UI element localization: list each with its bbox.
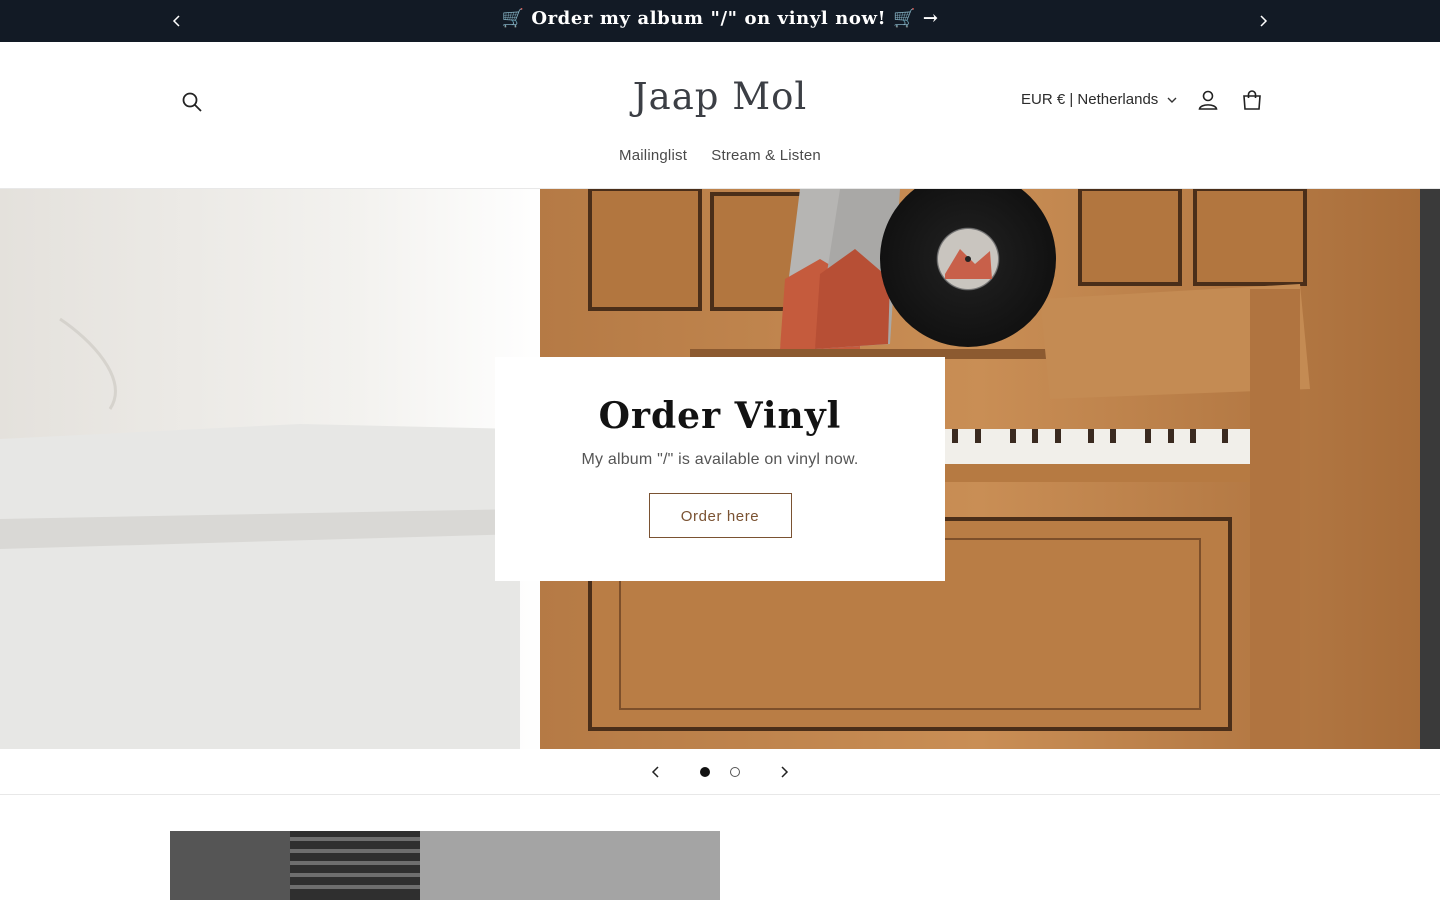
feature-photo (170, 831, 720, 900)
announcement-next-button[interactable] (1253, 11, 1273, 31)
account-icon (1198, 90, 1218, 110)
hero-slideshow: Order Vinyl My album "/" is available on… (0, 189, 1440, 749)
hero-content-box: Order Vinyl My album "/" is available on… (495, 357, 945, 581)
hero-text: My album "/" is available on vinyl now. (581, 451, 859, 468)
cart-button[interactable] (1240, 88, 1264, 112)
announcement-bar: 🛒 Order my album "/" on vinyl now! 🛒 → (0, 0, 1440, 42)
order-here-button[interactable]: Order here (648, 493, 792, 538)
slide-dot-1[interactable] (700, 767, 710, 777)
feature-image (170, 831, 720, 900)
locale-selector[interactable]: EUR € | Netherlands (1021, 91, 1178, 108)
chevron-right-icon (1260, 15, 1268, 27)
slider-controls (0, 749, 1440, 795)
nav-item-mailinglist[interactable]: Mailinglist (619, 147, 687, 164)
slide-dot-2[interactable] (730, 767, 740, 777)
locale-label: EUR € | Netherlands (1021, 91, 1159, 108)
announcement-link[interactable]: 🛒 Order my album "/" on vinyl now! 🛒 → (0, 8, 1440, 29)
slide-prev-button[interactable] (648, 764, 664, 780)
cart-icon (1243, 90, 1261, 110)
nav-item-stream-listen[interactable]: Stream & Listen (711, 147, 821, 164)
slide-next-button[interactable] (776, 764, 792, 780)
chevron-left-icon (651, 766, 659, 778)
site-logo[interactable]: Jaap Mol (0, 75, 1440, 118)
chevron-down-icon (1167, 97, 1177, 103)
chevron-right-icon (781, 766, 789, 778)
main-nav: Mailinglist Stream & Listen (0, 147, 1440, 164)
hero-heading: Order Vinyl (598, 395, 842, 437)
site-header: Jaap Mol EUR € | Netherlands Mailinglist… (0, 42, 1440, 189)
account-button[interactable] (1196, 88, 1220, 112)
